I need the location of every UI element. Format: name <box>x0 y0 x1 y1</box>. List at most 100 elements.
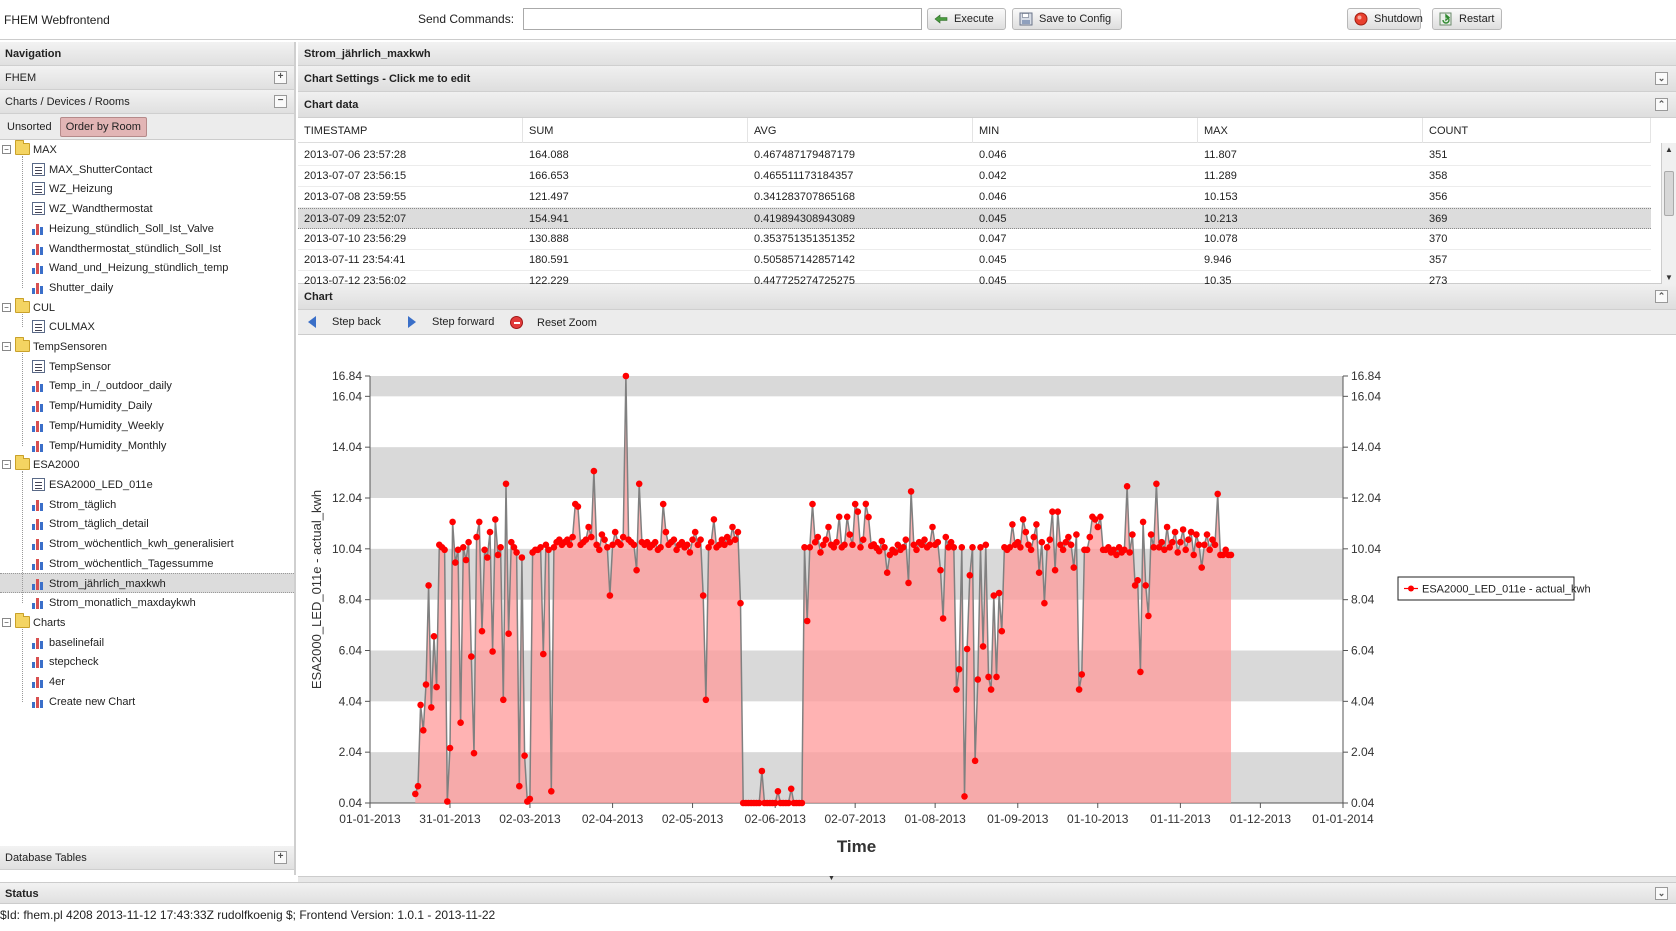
data-point[interactable] <box>425 582 432 589</box>
data-point[interactable] <box>569 533 576 541</box>
data-point[interactable] <box>1201 541 1208 549</box>
table-row[interactable]: 2013-07-07 23:56:15 166.653 0.465511173184… <box>298 166 1651 187</box>
data-point[interactable] <box>846 531 854 538</box>
tree-item[interactable]: 4er <box>0 672 294 692</box>
data-point[interactable] <box>1075 686 1083 693</box>
data-point[interactable] <box>862 500 870 508</box>
chevron-double-down-icon[interactable]: ⌄ <box>1655 887 1668 900</box>
data-point[interactable] <box>1177 538 1184 546</box>
scroll-up-icon[interactable]: ▲ <box>1662 143 1676 156</box>
expand-plus-icon[interactable]: + <box>274 71 287 84</box>
data-point[interactable] <box>444 798 451 805</box>
table-scrollbar[interactable]: ▲ ▼ <box>1661 143 1676 284</box>
data-point[interactable] <box>950 544 958 551</box>
column-header[interactable]: AVG <box>748 118 973 143</box>
data-point[interactable] <box>1073 531 1080 538</box>
data-point[interactable] <box>729 523 736 531</box>
data-point[interactable] <box>484 554 491 561</box>
chevron-double-up-icon[interactable]: ⌃ <box>1655 98 1668 111</box>
data-point[interactable] <box>1086 533 1094 541</box>
data-point[interactable] <box>540 650 547 658</box>
data-point[interactable] <box>883 569 891 576</box>
data-point[interactable] <box>1190 551 1197 559</box>
chevron-down-icon[interactable]: ▼ <box>828 875 835 882</box>
tree-item[interactable]: ESA2000_LED_011e <box>0 475 294 495</box>
data-point[interactable] <box>1070 564 1078 571</box>
expand-plus-icon[interactable]: + <box>274 851 287 864</box>
data-point[interactable] <box>1019 516 1027 523</box>
tree-item[interactable]: Create new Chart <box>0 692 294 712</box>
data-point[interactable] <box>635 480 643 488</box>
data-point[interactable] <box>699 592 707 599</box>
step-forward-button[interactable]: Step forward <box>408 316 494 328</box>
line-chart[interactable]: 0.04 0.04 2.04 2.04 4.04 4.04 6.04 6.04 8.04 8.04… <box>298 348 1676 874</box>
data-point[interactable] <box>633 566 640 574</box>
data-point[interactable] <box>822 536 830 543</box>
data-point[interactable] <box>462 556 470 564</box>
data-point[interactable] <box>1214 490 1221 498</box>
data-point[interactable] <box>966 572 974 579</box>
tree-item[interactable]: Wand_und_Heizung_stündlich_temp <box>0 258 294 278</box>
collapse-minus-icon[interactable]: − <box>274 95 287 108</box>
data-point[interactable] <box>502 480 510 488</box>
data-point[interactable] <box>518 554 526 561</box>
data-point[interactable] <box>875 547 883 555</box>
data-point[interactable] <box>1182 546 1189 554</box>
data-point[interactable] <box>422 681 430 688</box>
data-point[interactable] <box>934 538 942 546</box>
tree-item[interactable]: TempSensor <box>0 357 294 377</box>
data-point[interactable] <box>611 528 619 536</box>
data-point[interactable] <box>1046 536 1054 543</box>
sort-by-room-button[interactable]: Order by Room <box>59 117 147 137</box>
data-point[interactable] <box>470 749 478 757</box>
chart-section-header[interactable]: Chart ⌃ <box>298 284 1676 310</box>
data-point[interactable] <box>707 538 715 546</box>
data-point[interactable] <box>998 627 1006 635</box>
data-point[interactable] <box>1030 533 1038 541</box>
data-point[interactable] <box>622 372 630 380</box>
data-point[interactable] <box>513 549 520 556</box>
data-point[interactable] <box>473 533 480 541</box>
chart-data-header[interactable]: Chart data ⌃ <box>298 92 1676 118</box>
column-header[interactable]: COUNT <box>1423 118 1651 143</box>
fhem-accordion[interactable]: FHEM + <box>0 66 294 90</box>
data-point[interactable] <box>1171 528 1179 536</box>
data-point[interactable] <box>702 696 710 704</box>
data-point[interactable] <box>691 528 699 536</box>
data-point[interactable] <box>1174 549 1181 556</box>
data-point[interactable] <box>657 544 664 551</box>
data-point[interactable] <box>1142 582 1149 589</box>
collapse-toggle-icon[interactable]: − <box>2 617 11 627</box>
data-point[interactable] <box>1203 531 1211 538</box>
data-point[interactable] <box>1147 531 1155 538</box>
data-point[interactable] <box>460 544 467 551</box>
tree-item[interactable]: CULMAX <box>0 317 294 337</box>
data-point[interactable] <box>481 546 488 554</box>
tree-item[interactable]: MAX_ShutterContact <box>0 160 294 180</box>
data-point[interactable] <box>849 541 856 549</box>
data-point[interactable] <box>1123 483 1131 490</box>
data-point[interactable] <box>1027 546 1035 554</box>
data-point[interactable] <box>683 541 691 549</box>
data-point[interactable] <box>814 533 822 541</box>
data-point[interactable] <box>731 536 739 543</box>
data-point[interactable] <box>1078 671 1086 678</box>
data-point[interactable] <box>817 549 824 556</box>
data-point[interactable] <box>1153 480 1160 488</box>
data-point[interactable] <box>1179 526 1187 533</box>
data-point[interactable] <box>1033 521 1040 528</box>
tree-item[interactable]: Strom_jährlich_maxkwh <box>0 573 294 594</box>
data-point[interactable] <box>505 630 512 637</box>
data-point[interactable] <box>465 538 472 546</box>
data-point[interactable] <box>1198 564 1205 571</box>
data-point[interactable] <box>414 782 422 790</box>
data-point[interactable] <box>590 467 598 475</box>
data-point[interactable] <box>1158 538 1165 546</box>
data-point[interactable] <box>806 544 814 551</box>
data-point[interactable] <box>734 528 742 536</box>
data-point[interactable] <box>961 793 968 800</box>
data-point[interactable] <box>985 673 992 681</box>
data-point[interactable] <box>787 785 795 793</box>
data-point[interactable] <box>686 549 694 556</box>
data-point[interactable] <box>955 666 963 673</box>
